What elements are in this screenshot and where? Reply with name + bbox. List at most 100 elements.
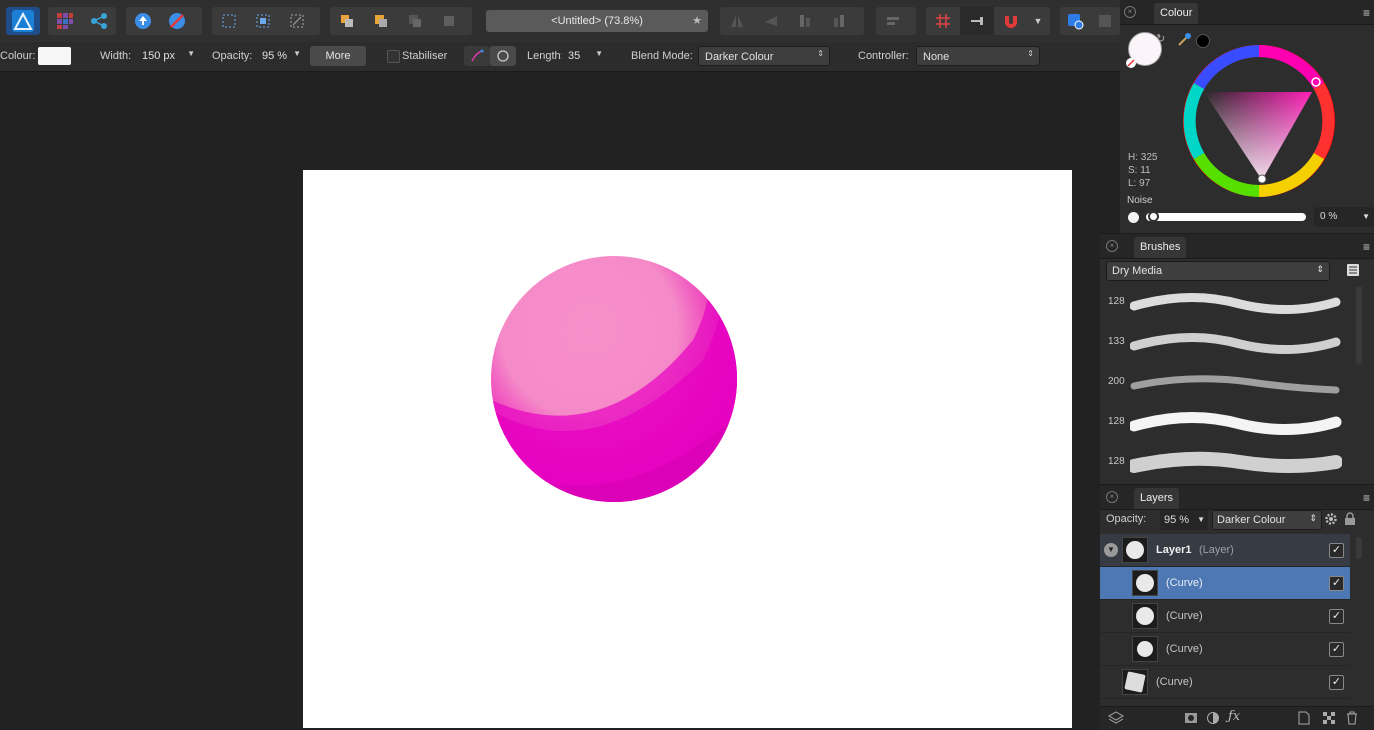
brush-item[interactable]: 133	[1100, 322, 1350, 362]
colour-panel-tab[interactable]: Colour	[1154, 3, 1199, 24]
rotate-left-icon[interactable]	[788, 7, 822, 35]
brush-item[interactable]: 128	[1100, 442, 1350, 482]
rotate-right-icon[interactable]	[822, 7, 856, 35]
new-pixel-layer-icon[interactable]	[1322, 711, 1336, 728]
assistant-options-icon[interactable]	[1090, 7, 1120, 35]
delete-layer-icon[interactable]	[1346, 711, 1358, 728]
noise-dropdown-icon[interactable]: ▼	[1362, 212, 1370, 221]
layer-opacity-field[interactable]: 95 % ▼	[1160, 510, 1208, 530]
layers-scrollbar[interactable]	[1356, 537, 1362, 559]
flip-vertical-icon[interactable]	[754, 7, 788, 35]
export-persona-icon[interactable]	[82, 7, 116, 35]
layer-blend-mode-select[interactable]: Darker Colour ⇕	[1212, 510, 1322, 530]
no-share-icon[interactable]	[160, 7, 194, 35]
layer-row[interactable]: (Curve) ✓	[1100, 666, 1350, 699]
assistant-icon[interactable]	[1060, 7, 1090, 35]
brushes-panel-header: × Brushes ≡	[1100, 234, 1374, 259]
move-to-front-icon[interactable]	[432, 7, 466, 35]
blend-mode-select[interactable]: Darker Colour ⇕	[698, 46, 830, 66]
layer-row[interactable]: ▼ Layer1 (Layer) ✓	[1100, 534, 1350, 567]
noise-value-field[interactable]: 0 % ▼	[1314, 207, 1374, 227]
snapping-magnet-icon[interactable]	[994, 7, 1028, 35]
layers-stack-icon[interactable]	[1107, 711, 1125, 728]
layer-settings-icon[interactable]	[1324, 512, 1338, 529]
document-canvas[interactable]	[303, 170, 1072, 728]
layer-opacity-value: 95 %	[1164, 514, 1190, 526]
brush-item[interactable]: 200	[1100, 362, 1350, 402]
brushes-panel-tab[interactable]: Brushes	[1134, 237, 1187, 258]
opacity-dropdown-icon[interactable]: ▼	[293, 49, 301, 58]
saturation-handle[interactable]	[1257, 174, 1267, 184]
layer-visibility-checkbox[interactable]: ✓	[1329, 609, 1344, 624]
close-panel-icon[interactable]: ×	[1106, 491, 1118, 503]
lightness-value: L: 97	[1128, 178, 1151, 189]
lock-icon[interactable]	[1344, 512, 1356, 529]
brush-colour-swatch[interactable]	[38, 47, 71, 65]
layer-visibility-checkbox[interactable]: ✓	[1329, 642, 1344, 657]
move-back-one-icon[interactable]	[364, 7, 398, 35]
controller-value: None	[923, 51, 950, 63]
expand-layer-icon[interactable]: ▼	[1104, 543, 1118, 557]
snapping-dropdown-icon[interactable]: ▼	[1028, 16, 1048, 26]
close-panel-icon[interactable]: ×	[1124, 6, 1136, 18]
panel-menu-icon[interactable]: ≡	[1363, 240, 1370, 254]
brush-item[interactable]: 128	[1100, 402, 1350, 442]
noise-slider[interactable]	[1146, 213, 1306, 221]
app-logo[interactable]	[6, 7, 40, 35]
brushes-panel: × Brushes ≡ Dry Media ⇕ 128 133 200 128 …	[1100, 233, 1374, 485]
layer-visibility-checkbox[interactable]: ✓	[1329, 675, 1344, 690]
width-dropdown-icon[interactable]: ▼	[187, 49, 195, 58]
layer-name: (Curve)	[1166, 610, 1203, 622]
invert-selection-icon[interactable]	[280, 7, 314, 35]
layer-row[interactable]: (Curve) ✓	[1100, 600, 1350, 633]
layer-visibility-checkbox[interactable]: ✓	[1329, 543, 1344, 558]
new-layer-icon[interactable]	[1298, 711, 1310, 728]
blend-mode-value: Darker Colour	[705, 51, 774, 63]
brush-stroke-preview	[1130, 411, 1342, 435]
length-dropdown-icon[interactable]: ▼	[595, 49, 603, 58]
window-mode-icon[interactable]	[490, 46, 516, 66]
close-panel-icon[interactable]: ×	[1106, 240, 1118, 252]
brush-list-view-icon[interactable]	[1346, 263, 1360, 280]
document-title-tab[interactable]: <Untitled> (73.8%) ★	[486, 10, 708, 32]
grid-icon[interactable]	[926, 7, 960, 35]
move-forward-one-icon[interactable]	[398, 7, 432, 35]
stabiliser-checkbox[interactable]	[387, 50, 400, 63]
more-button[interactable]: More	[310, 46, 366, 66]
layer-row[interactable]: (Curve) ✓	[1100, 633, 1350, 666]
layer-visibility-checkbox[interactable]: ✓	[1329, 576, 1344, 591]
upload-icon[interactable]	[126, 7, 160, 35]
noise-label: Noise	[1127, 195, 1153, 206]
move-to-back-icon[interactable]	[330, 7, 364, 35]
brush-size: 128	[1108, 456, 1125, 467]
brushes-scrollbar[interactable]	[1356, 286, 1362, 364]
length-field[interactable]: 35 ▼	[562, 46, 608, 66]
deselect-icon[interactable]	[246, 7, 280, 35]
width-field[interactable]: 150 px ▼	[136, 46, 200, 66]
rope-mode-icon[interactable]	[464, 46, 490, 66]
fx-effects-icon[interactable]: ƒx	[1228, 709, 1240, 724]
brush-category-select[interactable]: Dry Media ⇕	[1106, 261, 1330, 281]
no-colour-icon[interactable]	[1126, 58, 1136, 68]
saturation-value: S: 11	[1128, 165, 1151, 176]
controller-select[interactable]: None ⇕	[916, 46, 1040, 66]
flip-horizontal-icon[interactable]	[720, 7, 754, 35]
swap-colours-icon[interactable]: ↻	[1156, 32, 1165, 45]
layers-panel-tab[interactable]: Layers	[1134, 488, 1180, 509]
noise-slider-thumb[interactable]	[1148, 211, 1159, 222]
opacity-field[interactable]: 95 % ▼	[256, 46, 306, 66]
mask-layer-icon[interactable]	[1184, 711, 1198, 728]
panel-menu-icon[interactable]: ≡	[1363, 491, 1370, 505]
snap-to-icon[interactable]	[960, 7, 994, 35]
colour-wheel[interactable]	[1182, 44, 1336, 198]
adjustment-layer-icon[interactable]	[1206, 711, 1220, 728]
pixel-persona-icon[interactable]	[48, 7, 82, 35]
align-icon[interactable]	[876, 7, 910, 35]
layers-footer: ƒx	[1100, 706, 1374, 730]
panel-menu-icon[interactable]: ≡	[1363, 6, 1370, 20]
brush-item[interactable]: 128	[1100, 282, 1350, 322]
layer-row-selected[interactable]: (Curve) ✓	[1100, 567, 1350, 600]
hue-value: H: 325	[1128, 152, 1158, 163]
select-all-icon[interactable]	[212, 7, 246, 35]
layer-opacity-dropdown-icon[interactable]: ▼	[1197, 515, 1205, 524]
